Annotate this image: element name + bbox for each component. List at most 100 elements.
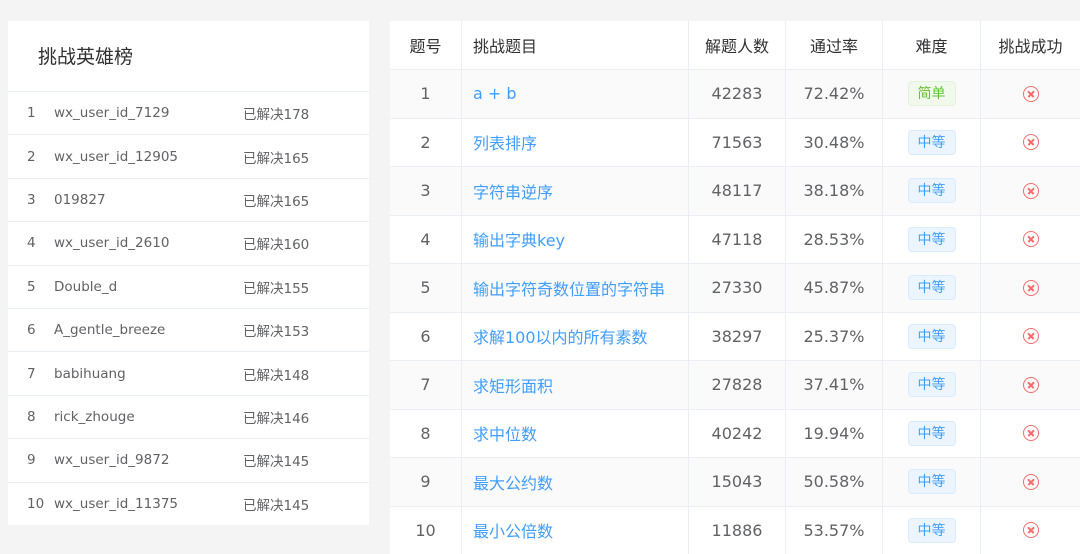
pass-rate: 19.94% bbox=[786, 409, 883, 457]
header-id[interactable]: 题号 bbox=[390, 21, 462, 69]
username: Double_d bbox=[54, 278, 118, 295]
pass-rate: 50.58% bbox=[786, 458, 883, 506]
solved-count: 已解决145 bbox=[243, 498, 310, 515]
fail-circle-icon bbox=[1022, 85, 1039, 102]
problem-title-link[interactable]: 输出字符奇数位置的字符串 bbox=[473, 276, 665, 300]
difficulty-cell: 中等 bbox=[883, 312, 981, 360]
username: babihuang bbox=[54, 365, 126, 382]
problem-title-link[interactable]: 求矩形面积 bbox=[473, 373, 553, 397]
problem-id: 5 bbox=[390, 264, 462, 312]
problem-title-cell: 最大公约数 bbox=[462, 458, 689, 506]
rank-number: 4 bbox=[27, 235, 36, 252]
username: wx_user_id_2610 bbox=[54, 235, 170, 252]
difficulty-tag: 中等 bbox=[907, 275, 956, 301]
problem-title-link[interactable]: 字符串逆序 bbox=[473, 179, 553, 203]
table-body: 1 a + b 42283 72.42% 简单 2 列表排序 71563 30.48% 中等 3 字符… bbox=[390, 70, 1080, 554]
success-cell bbox=[981, 119, 1080, 167]
success-cell bbox=[981, 361, 1080, 409]
rank-number: 2 bbox=[27, 148, 36, 165]
problem-title-link[interactable]: 求解100以内的所有素数 bbox=[473, 324, 648, 348]
pass-rate: 25.37% bbox=[786, 312, 883, 360]
problem-id: 9 bbox=[390, 458, 462, 506]
table-row: 5 输出字符奇数位置的字符串 27330 45.87% 中等 bbox=[390, 264, 1080, 313]
pass-rate: 72.42% bbox=[786, 70, 883, 118]
problem-title-link[interactable]: 列表排序 bbox=[473, 130, 537, 154]
username: 019827 bbox=[54, 191, 106, 208]
difficulty-tag: 中等 bbox=[907, 372, 956, 398]
table-row: 2 列表排序 71563 30.48% 中等 bbox=[390, 118, 1080, 167]
solved-count: 已解决153 bbox=[243, 324, 310, 341]
solver-count: 15043 bbox=[689, 458, 786, 506]
fail-circle-icon bbox=[1022, 182, 1039, 199]
username: wx_user_id_9872 bbox=[54, 452, 170, 469]
success-cell bbox=[981, 458, 1080, 506]
problem-id: 10 bbox=[390, 506, 462, 554]
problem-id: 2 bbox=[390, 118, 462, 166]
leaderboard-list: 1 wx_user_id_7129 已解决178 2 wx_user_id_12905 已… bbox=[8, 92, 369, 526]
username: wx_user_id_11375 bbox=[54, 496, 178, 513]
rank-number: 9 bbox=[27, 452, 36, 469]
solver-count: 27828 bbox=[689, 361, 786, 409]
solver-count: 47118 bbox=[689, 215, 786, 263]
solved-count: 已解决146 bbox=[243, 410, 310, 427]
leaderboard-row: 9 wx_user_id_9872 已解决145 bbox=[8, 439, 369, 483]
difficulty-tag: 中等 bbox=[907, 420, 956, 446]
solved-count: 已解决165 bbox=[243, 193, 310, 210]
header-pass-rate[interactable]: 通过率 bbox=[786, 21, 883, 69]
difficulty-tag: 简单 bbox=[907, 81, 956, 107]
difficulty-cell: 中等 bbox=[883, 409, 981, 457]
header-success[interactable]: 挑战成功 bbox=[981, 21, 1080, 69]
leaderboard-panel: 挑战英雄榜 1 wx_user_id_7129 已解决178 2 wx_user_id_… bbox=[8, 21, 369, 525]
fail-circle-icon bbox=[1022, 522, 1039, 539]
leaderboard-row: 5 Double_d 已解决155 bbox=[8, 266, 369, 309]
solver-count: 42283 bbox=[689, 70, 786, 118]
leaderboard-row: 6 A_gentle_breeze 已解决153 bbox=[8, 309, 369, 353]
difficulty-tag: 中等 bbox=[907, 517, 956, 543]
problem-title-cell: 输出字典key bbox=[462, 215, 689, 263]
leaderboard-row: 1 wx_user_id_7129 已解决178 bbox=[8, 92, 369, 136]
table-row: 1 a + b 42283 72.42% 简单 bbox=[390, 70, 1080, 119]
problem-id: 6 bbox=[390, 312, 462, 360]
fail-circle-icon bbox=[1022, 425, 1039, 442]
difficulty-tag: 中等 bbox=[907, 226, 956, 252]
problem-title-link[interactable]: 求中位数 bbox=[473, 421, 537, 445]
success-cell bbox=[981, 216, 1080, 264]
header-title[interactable]: 挑战题目 bbox=[462, 21, 689, 69]
username: wx_user_id_12905 bbox=[54, 148, 178, 165]
leaderboard-title: 挑战英雄榜 bbox=[8, 21, 369, 92]
difficulty-cell: 中等 bbox=[883, 506, 981, 554]
table-row: 6 求解100以内的所有素数 38297 25.37% 中等 bbox=[390, 312, 1080, 361]
difficulty-tag: 中等 bbox=[907, 129, 956, 155]
fail-circle-icon bbox=[1022, 279, 1039, 296]
problem-title-link[interactable]: a + b bbox=[473, 84, 517, 103]
difficulty-cell: 中等 bbox=[883, 118, 981, 166]
username: wx_user_id_7129 bbox=[54, 105, 170, 122]
difficulty-tag: 中等 bbox=[907, 178, 956, 204]
problem-title-link[interactable]: 输出字典key bbox=[473, 227, 565, 251]
rank-number: 6 bbox=[27, 322, 36, 339]
problem-id: 1 bbox=[390, 70, 462, 118]
rank-number: 7 bbox=[27, 365, 36, 382]
difficulty-cell: 中等 bbox=[883, 458, 981, 506]
solved-count: 已解决155 bbox=[243, 280, 310, 297]
success-cell bbox=[981, 70, 1080, 118]
problem-id: 3 bbox=[390, 167, 462, 215]
leaderboard-row: 4 wx_user_id_2610 已解决160 bbox=[8, 222, 369, 266]
problem-title-link[interactable]: 最小公倍数 bbox=[473, 518, 553, 542]
table-row: 10 最小公倍数 11886 53.57% 中等 bbox=[390, 506, 1080, 554]
fail-circle-icon bbox=[1022, 376, 1039, 393]
leaderboard-row: 8 rick_zhouge 已解决146 bbox=[8, 396, 369, 440]
table-row: 9 最大公约数 15043 50.58% 中等 bbox=[390, 458, 1080, 507]
solver-count: 40242 bbox=[689, 409, 786, 457]
header-solvers[interactable]: 解题人数 bbox=[689, 21, 786, 69]
success-cell bbox=[981, 313, 1080, 361]
table-header: 题号 挑战题目 解题人数 通过率 难度 挑战成功 bbox=[390, 21, 1080, 70]
pass-rate: 30.48% bbox=[786, 118, 883, 166]
solved-count: 已解决160 bbox=[243, 237, 310, 254]
problem-title-link[interactable]: 最大公约数 bbox=[473, 470, 553, 494]
pass-rate: 45.87% bbox=[786, 264, 883, 312]
solved-count: 已解决178 bbox=[243, 107, 310, 124]
solver-count: 38297 bbox=[689, 312, 786, 360]
username: rick_zhouge bbox=[54, 408, 135, 425]
header-difficulty[interactable]: 难度 bbox=[883, 21, 981, 69]
